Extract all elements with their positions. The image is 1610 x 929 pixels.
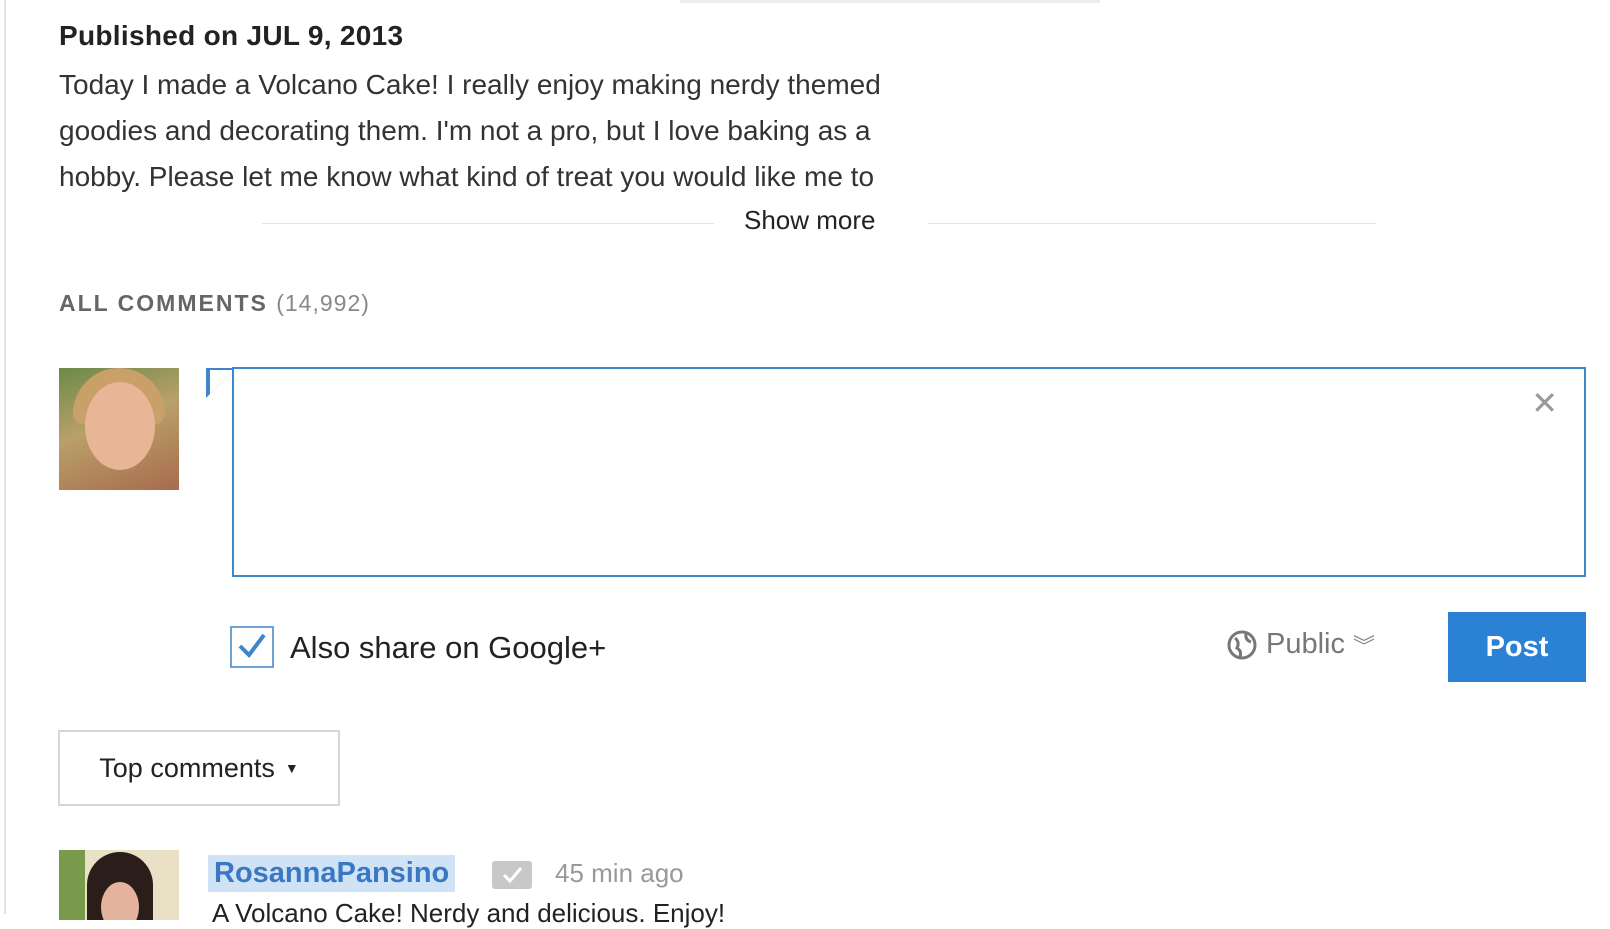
publish-date: Published on JUL 9, 2013 <box>59 20 404 51</box>
close-icon[interactable]: ✕ <box>1531 387 1558 419</box>
show-more-row: Show more <box>262 203 1376 239</box>
share-google-plus-label: Also share on Google+ <box>290 630 607 665</box>
comments-header-label: ALL COMMENTS <box>59 290 268 316</box>
top-divider <box>680 0 1100 3</box>
sort-label: Top comments <box>99 752 275 783</box>
post-button[interactable]: Post <box>1448 612 1586 682</box>
comment-timestamp[interactable]: 45 min ago <box>555 858 684 889</box>
verified-icon <box>492 861 532 889</box>
page-left-border <box>4 0 6 914</box>
description-line: hobby. Please let me know what kind of t… <box>59 161 875 192</box>
privacy-dropdown[interactable]: Public ︾ <box>1226 628 1375 661</box>
privacy-label: Public <box>1266 628 1345 660</box>
current-user-avatar <box>59 368 179 490</box>
description-line: Today I made a Volcano Cake! I really en… <box>59 69 881 100</box>
checkmark-icon <box>238 633 266 659</box>
show-more-button[interactable]: Show more <box>744 205 876 236</box>
comment-author-avatar[interactable] <box>59 850 179 920</box>
description-line: goodies and decorating them. I'm not a p… <box>59 115 871 146</box>
video-description: Today I made a Volcano Cake! I really en… <box>59 62 999 200</box>
sort-comments-dropdown[interactable]: Top comments ▼ <box>58 730 340 806</box>
chevron-down-icon: ︾ <box>1353 633 1376 659</box>
share-google-plus-checkbox[interactable] <box>230 626 274 668</box>
comments-count: (14,992) <box>276 290 370 316</box>
comments-header: ALL COMMENTS (14,992) <box>59 290 370 317</box>
divider <box>928 223 1376 224</box>
comment-author[interactable]: RosannaPansino <box>208 855 456 892</box>
caret-down-icon: ▼ <box>284 760 299 776</box>
globe-icon <box>1227 630 1257 659</box>
comment-input[interactable]: ✕ <box>232 367 1586 577</box>
divider <box>262 223 714 224</box>
